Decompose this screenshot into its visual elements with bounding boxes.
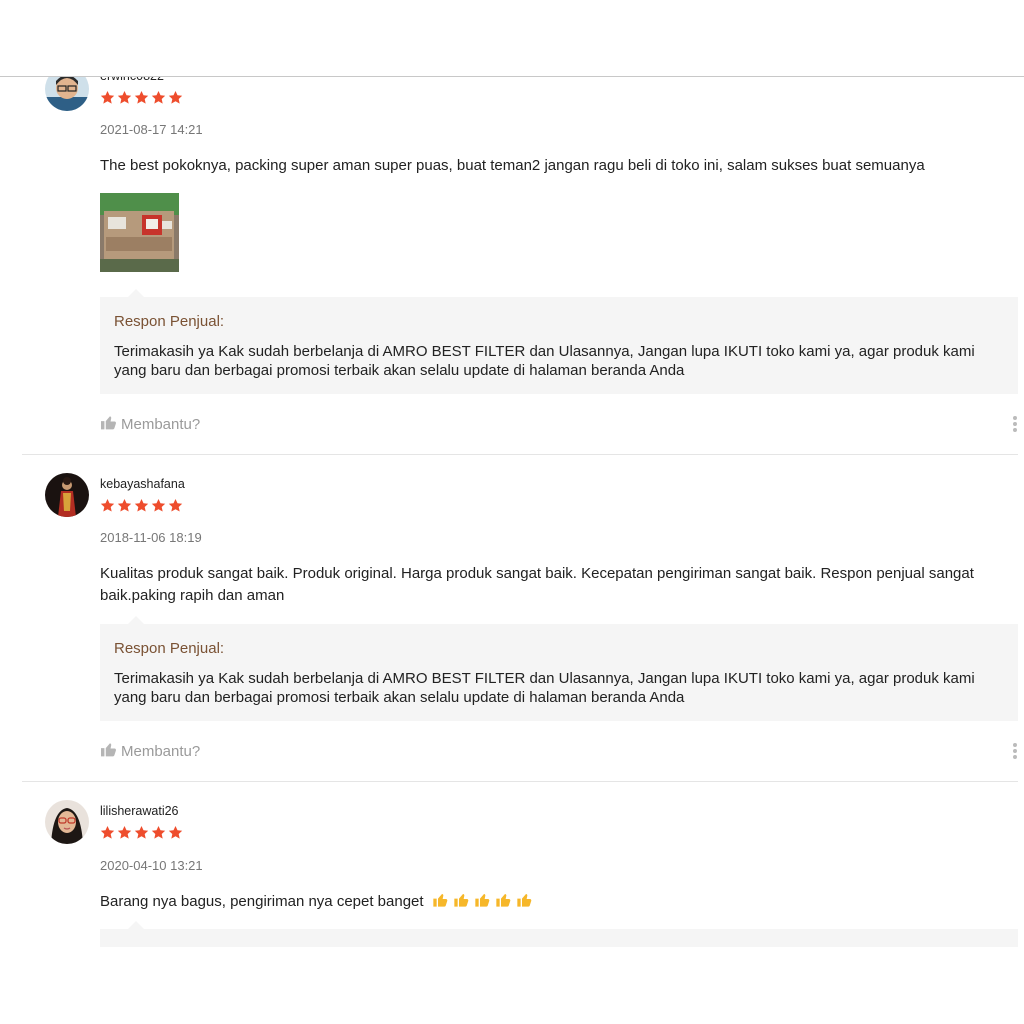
avatar[interactable] <box>45 77 89 111</box>
username[interactable]: erwinc0822 <box>100 77 164 83</box>
helpful-button[interactable]: Membantu? <box>100 742 200 761</box>
star-icon <box>134 825 149 840</box>
thumbs-up-emoji-icon <box>432 892 448 915</box>
helpful-label: Membantu? <box>121 743 201 760</box>
review-divider <box>22 781 1018 782</box>
star-icon <box>100 90 115 105</box>
helpful-label: Membantu? <box>121 416 201 433</box>
rating-stars <box>100 825 183 840</box>
review-list[interactable]: erwinc0822 2021-08-17 14:21 The best pok… <box>0 77 1024 947</box>
username[interactable]: lilisherawati26 <box>100 804 179 818</box>
thumbs-up-emoji-icon <box>495 892 511 915</box>
more-options-icon[interactable] <box>1010 415 1020 433</box>
thumbs-up-icon <box>100 415 117 434</box>
review-divider <box>22 454 1018 455</box>
avatar[interactable] <box>45 473 89 517</box>
helpful-button[interactable]: Membantu? <box>100 415 200 434</box>
emoji-row <box>432 892 532 915</box>
review-comment: The best pokoknya, packing super aman su… <box>100 157 925 174</box>
star-icon <box>134 498 149 513</box>
seller-reply: Respon Penjual: Terimakasih ya Kak sudah… <box>100 289 1018 394</box>
reply-text: Terimakasih ya Kak sudah berbelanja di A… <box>114 670 975 706</box>
star-icon <box>117 498 132 513</box>
seller-reply <box>100 921 1018 947</box>
review-comment: Kualitas produk sangat baik. Produk orig… <box>100 565 974 604</box>
thumbs-up-emoji-icon <box>516 892 532 915</box>
star-icon <box>117 825 132 840</box>
username[interactable]: kebayashafana <box>100 477 185 491</box>
star-icon <box>134 90 149 105</box>
star-icon <box>168 825 183 840</box>
review-timestamp: 2020-04-10 13:21 <box>100 858 203 873</box>
top-bar <box>0 0 1024 77</box>
thumbs-up-emoji-icon <box>453 892 469 915</box>
more-options-icon[interactable] <box>1010 742 1020 760</box>
thumbs-up-icon <box>100 742 117 761</box>
review-photo[interactable] <box>100 193 179 272</box>
reply-text: Terimakasih ya Kak sudah berbelanja di A… <box>114 343 975 379</box>
star-icon <box>100 498 115 513</box>
seller-reply: Respon Penjual: Terimakasih ya Kak sudah… <box>100 616 1018 721</box>
star-icon <box>100 825 115 840</box>
thumbs-up-emoji-icon <box>474 892 490 915</box>
review-comment: Barang nya bagus, pengiriman nya cepet b… <box>100 891 1010 915</box>
star-icon <box>117 90 132 105</box>
star-icon <box>151 498 166 513</box>
star-icon <box>151 825 166 840</box>
review-timestamp: 2018-11-06 18:19 <box>100 530 202 545</box>
review-timestamp: 2021-08-17 14:21 <box>100 122 203 137</box>
rating-stars <box>100 90 183 105</box>
comment-text: Barang nya bagus, pengiriman nya cepet b… <box>100 893 424 910</box>
star-icon <box>168 498 183 513</box>
avatar[interactable] <box>45 800 89 844</box>
reply-title: Respon Penjual: <box>114 640 225 657</box>
star-icon <box>151 90 166 105</box>
reply-title: Respon Penjual: <box>114 313 225 330</box>
star-icon <box>168 90 183 105</box>
rating-stars <box>100 498 183 513</box>
